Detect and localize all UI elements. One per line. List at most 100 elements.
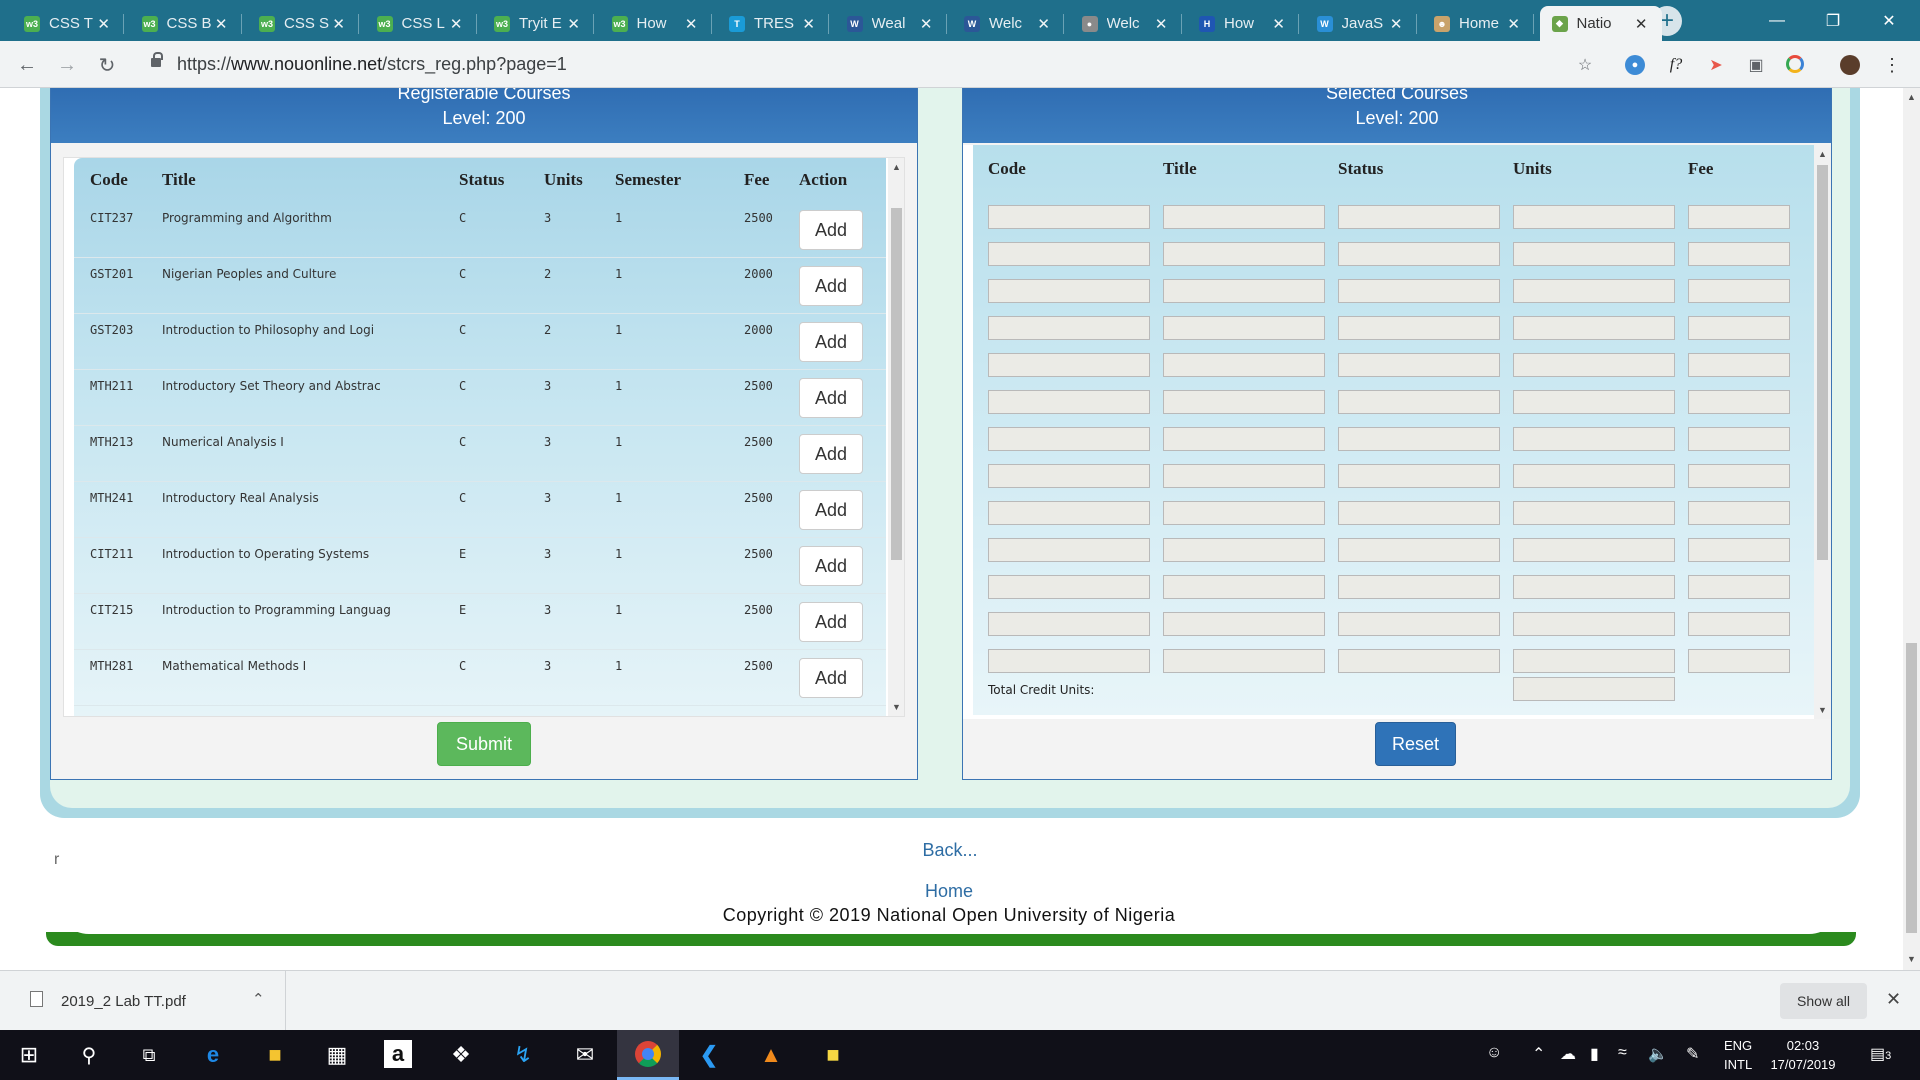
volume-icon[interactable]: 🔈 <box>1648 1044 1668 1064</box>
wifi-icon[interactable]: ≈ <box>1618 1044 1627 1062</box>
courses-scrollbar[interactable]: ▲ ▼ <box>888 158 904 716</box>
tab-close-icon[interactable]: ✕ <box>1272 15 1285 33</box>
tab-close-icon[interactable]: ✕ <box>1635 15 1648 33</box>
maximize-button[interactable]: ❐ <box>1808 0 1858 41</box>
scroll-down-icon[interactable]: ▼ <box>1907 954 1916 964</box>
page-scrollbar[interactable]: ▲ ▼ <box>1903 88 1920 970</box>
menu-kebab-icon[interactable]: ⋮ <box>1882 55 1902 75</box>
browser-tab[interactable]: w3 How ✕ <box>600 6 712 41</box>
pen-icon[interactable]: ✎ <box>1686 1044 1699 1064</box>
bookmark-star-icon[interactable]: ☆ <box>1575 55 1595 75</box>
browser-tab[interactable]: w3 CSS B ✕ <box>130 6 242 41</box>
total-credit-units-label: Total Credit Units: <box>988 683 1095 697</box>
close-shelf-icon[interactable]: ✕ <box>1886 989 1901 1010</box>
add-course-button[interactable]: Add <box>799 210 863 250</box>
selected-scrollbar[interactable]: ▲ ▼ <box>1814 145 1831 719</box>
browser-tab[interactable]: ◆ Natio ✕ <box>1539 6 1662 41</box>
add-course-button[interactable]: Add <box>799 658 863 698</box>
tab-close-icon[interactable]: ✕ <box>97 15 110 33</box>
input-language[interactable]: ENG INTL <box>1724 1036 1752 1074</box>
edge-icon[interactable]: e <box>198 1040 228 1070</box>
show-all-button[interactable]: Show all <box>1780 983 1867 1019</box>
chevron-up-icon[interactable]: ⌃ <box>252 990 265 1008</box>
vlc-icon[interactable]: ▲ <box>756 1040 786 1070</box>
globe-extension-icon[interactable]: ● <box>1625 55 1645 75</box>
add-course-button[interactable]: Add <box>799 546 863 586</box>
tab-close-icon[interactable]: ✕ <box>215 15 228 33</box>
add-course-button[interactable]: Add <box>799 266 863 306</box>
mail-icon[interactable]: ✉ <box>570 1040 600 1070</box>
browser-tab[interactable]: w3 CSS T ✕ <box>12 6 124 41</box>
reset-button[interactable]: Reset <box>1375 722 1456 766</box>
function-extension-icon[interactable]: f? <box>1666 55 1686 75</box>
tab-close-icon[interactable]: ✕ <box>1037 15 1050 33</box>
browser-tab[interactable]: w3 CSS L ✕ <box>365 6 477 41</box>
chrome-icon[interactable] <box>617 1030 679 1080</box>
close-window-button[interactable]: ✕ <box>1864 0 1914 41</box>
minimize-button[interactable]: — <box>1752 0 1802 41</box>
scroll-down-icon[interactable]: ▼ <box>892 702 901 712</box>
add-course-button[interactable]: Add <box>799 434 863 474</box>
vscode-icon[interactable]: ❮ <box>694 1040 724 1070</box>
camera-extension-icon[interactable]: ▣ <box>1746 55 1766 75</box>
sticky-notes-icon[interactable]: ■ <box>818 1040 848 1070</box>
system-clock[interactable]: 02:03 17/07/2019 <box>1768 1036 1838 1074</box>
course-semester: 1 <box>615 323 623 337</box>
tab-close-icon[interactable]: ✕ <box>1155 15 1168 33</box>
profile-avatar[interactable] <box>1840 55 1860 75</box>
file-explorer-icon[interactable]: ■ <box>260 1040 290 1070</box>
browser-tab[interactable]: W Welc ✕ <box>952 6 1064 41</box>
browser-tab[interactable]: W JavaS ✕ <box>1305 6 1417 41</box>
back-arrow-icon[interactable]: ← <box>13 51 41 79</box>
task-view-icon[interactable]: ⧉ <box>134 1040 164 1070</box>
battery-icon[interactable]: ▮ <box>1590 1044 1599 1064</box>
selected-scrollbar-thumb[interactable] <box>1817 165 1828 560</box>
reload-icon[interactable]: ↻ <box>93 51 121 79</box>
notifications-icon[interactable]: ▤3 <box>1870 1044 1891 1064</box>
back-link[interactable]: Back... <box>0 840 1900 861</box>
scroll-up-icon[interactable]: ▲ <box>1818 149 1827 159</box>
browser-tab[interactable]: w3 CSS S ✕ <box>247 6 359 41</box>
tab-close-icon[interactable]: ✕ <box>1507 15 1520 33</box>
forward-arrow-icon[interactable]: → <box>53 51 81 79</box>
scroll-down-icon[interactable]: ▼ <box>1818 705 1827 715</box>
tab-close-icon[interactable]: ✕ <box>332 15 345 33</box>
tab-close-icon[interactable]: ✕ <box>685 15 698 33</box>
browser-tab[interactable]: T TRES ✕ <box>717 6 829 41</box>
add-course-button[interactable]: Add <box>799 490 863 530</box>
add-course-button[interactable]: Add <box>799 322 863 362</box>
browser-tab[interactable]: ☻ Home ✕ <box>1422 6 1534 41</box>
tab-close-icon[interactable]: ✕ <box>567 15 580 33</box>
scroll-up-icon[interactable]: ▲ <box>892 162 901 172</box>
browser-tab[interactable]: W Weal ✕ <box>835 6 947 41</box>
tab-close-icon[interactable]: ✕ <box>802 15 815 33</box>
add-course-button[interactable]: Add <box>799 378 863 418</box>
browser-tab[interactable]: w3 Tryit E ✕ <box>482 6 594 41</box>
arrow-extension-icon[interactable]: ➤ <box>1706 55 1726 75</box>
course-semester: 1 <box>615 435 623 449</box>
download-item[interactable]: 2019_2 Lab TT.pdf ⌃ <box>20 971 286 1031</box>
search-icon[interactable]: ⚲ <box>74 1040 104 1070</box>
windows-start-icon[interactable]: ⊞ <box>14 1040 44 1070</box>
browser-tab[interactable]: H How ✕ <box>1187 6 1299 41</box>
courses-scrollbar-thumb[interactable] <box>891 208 902 560</box>
lightning-app-icon[interactable]: ↯ <box>508 1040 538 1070</box>
cloud-icon[interactable]: ☁ <box>1560 1044 1576 1064</box>
dropbox-icon[interactable]: ❖ <box>446 1040 476 1070</box>
page-scrollbar-thumb[interactable] <box>1906 643 1917 933</box>
people-icon[interactable]: ☺ <box>1486 1044 1502 1062</box>
store-icon[interactable]: ▦ <box>322 1040 352 1070</box>
browser-tab[interactable]: ● Welc ✕ <box>1070 6 1182 41</box>
submit-button[interactable]: Submit <box>437 722 531 766</box>
tab-close-icon[interactable]: ✕ <box>1390 15 1403 33</box>
course-units: 3 <box>544 435 552 449</box>
tab-close-icon[interactable]: ✕ <box>450 15 463 33</box>
color-wheel-extension-icon[interactable] <box>1786 55 1804 73</box>
footer-home-link[interactable]: Home <box>56 881 1842 902</box>
chevron-up-icon[interactable]: ⌃ <box>1532 1044 1545 1064</box>
tab-close-icon[interactable]: ✕ <box>920 15 933 33</box>
scroll-up-icon[interactable]: ▲ <box>1907 92 1916 102</box>
add-course-button[interactable]: Add <box>799 602 863 642</box>
amazon-icon[interactable]: a <box>384 1040 412 1068</box>
address-bar[interactable]: https://www.nouonline.net/stcrs_reg.php?… <box>177 54 567 75</box>
